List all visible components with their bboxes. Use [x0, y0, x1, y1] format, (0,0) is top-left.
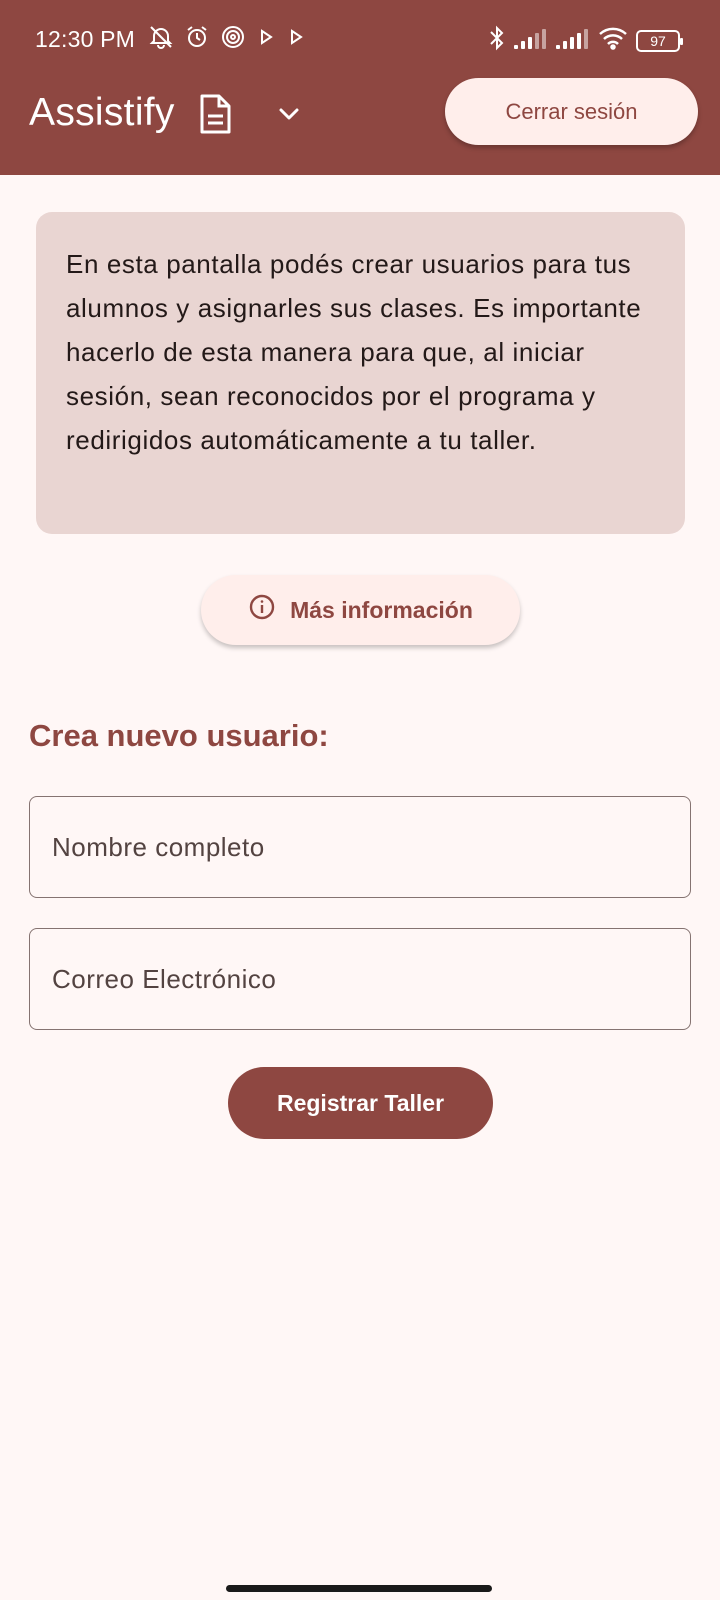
status-left-icons — [148, 24, 306, 55]
name-field-placeholder: Nombre completo — [52, 831, 265, 862]
signal-icon — [556, 27, 590, 54]
logout-button[interactable]: Cerrar sesión — [445, 78, 698, 145]
more-info-label: Más información — [290, 596, 473, 623]
fingerprint-icon — [220, 24, 246, 55]
play-icon — [286, 27, 306, 52]
status-bar: 12:30 PM 97 — [0, 0, 720, 78]
register-button[interactable]: Registrar Taller — [228, 1067, 493, 1139]
info-card: En esta pantalla podés crear usuarios pa… — [36, 212, 685, 534]
email-field[interactable]: Correo Electrónico — [29, 928, 691, 1030]
wifi-icon — [598, 26, 628, 55]
play-icon — [256, 27, 276, 52]
app-bar: Assistify Cerrar sesión — [0, 78, 720, 175]
alarm-icon — [184, 24, 210, 55]
bluetooth-icon — [488, 24, 506, 57]
document-icon[interactable] — [198, 93, 232, 140]
navigation-handle[interactable] — [226, 1585, 492, 1592]
app-title: Assistify — [29, 91, 175, 134]
status-right-icons: 97 — [488, 24, 683, 57]
form-title: Crea nuevo usuario: — [29, 718, 329, 753]
name-field[interactable]: Nombre completo — [29, 796, 691, 898]
more-info-button[interactable]: Más información — [201, 575, 520, 645]
battery-icon: 97 — [636, 29, 683, 52]
email-field-placeholder: Correo Electrónico — [52, 963, 277, 994]
signal-icon — [514, 27, 548, 54]
info-icon — [248, 593, 276, 627]
info-text: En esta pantalla podés crear usuarios pa… — [66, 249, 642, 455]
mute-icon — [148, 24, 174, 55]
chevron-down-icon[interactable] — [275, 100, 303, 133]
status-time: 12:30 PM — [35, 26, 136, 52]
